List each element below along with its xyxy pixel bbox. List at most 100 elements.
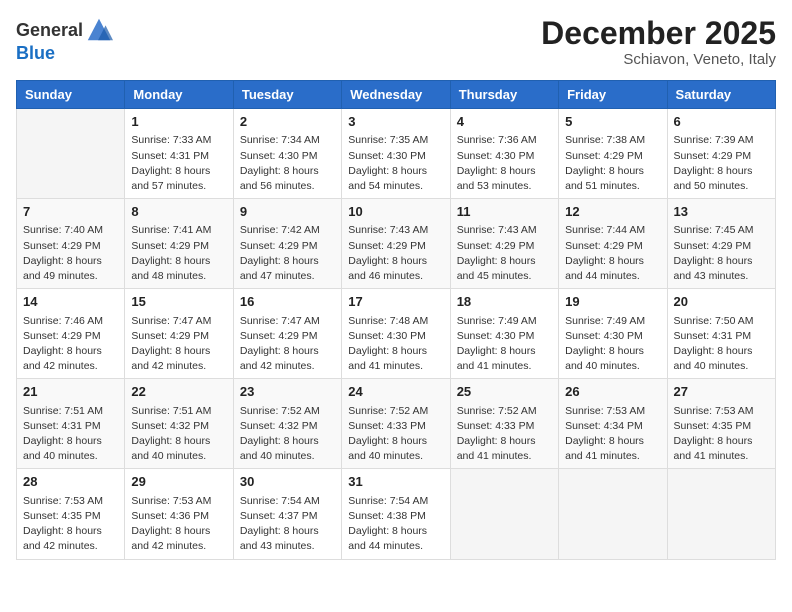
day-number: 28	[23, 473, 118, 491]
location: Schiavon, Veneto, Italy	[541, 51, 776, 68]
calendar-cell: 5 Sunrise: 7:38 AM Sunset: 4:29 PM Daylig…	[559, 109, 667, 199]
calendar-cell: 12Sunrise: 7:44 AM Sunset: 4:29 PM Dayli…	[559, 199, 667, 289]
calendar-cell: 26 Sunrise: 7:53 AM Sunset: 4:34 PM Dayli…	[559, 379, 667, 469]
day-number: 20	[674, 293, 769, 311]
calendar-cell: 22 Sunrise: 7:51 AM Sunset: 4:32 PM Dayli…	[125, 379, 233, 469]
logo-icon	[85, 16, 113, 44]
calendar-cell: 14 Sunrise: 7:46 AM Sunset: 4:29 PM Dayli…	[17, 289, 125, 379]
day-info: Sunrise: 7:47 AM Sunset: 4:29 PM Dayligh…	[240, 314, 335, 375]
calendar-cell: 6 Sunrise: 7:39 AM Sunset: 4:29 PM Daylig…	[667, 109, 775, 199]
weekday-header-sunday: Sunday	[17, 81, 125, 109]
calendar-cell	[559, 469, 667, 559]
day-number: 16	[240, 293, 335, 311]
calendar-cell: 9 Sunrise: 7:42 AM Sunset: 4:29 PM Daylig…	[233, 199, 341, 289]
day-info: Sunrise: 7:47 AM Sunset: 4:29 PM Dayligh…	[131, 314, 226, 375]
calendar-cell: 4Sunrise: 7:36 AM Sunset: 4:30 PM Daylig…	[450, 109, 558, 199]
weekday-header-friday: Friday	[559, 81, 667, 109]
calendar-cell: 29 Sunrise: 7:53 AM Sunset: 4:36 PM Dayli…	[125, 469, 233, 559]
weekday-header-monday: Monday	[125, 81, 233, 109]
day-info: Sunrise: 7:35 AM Sunset: 4:30 PM Dayligh…	[348, 133, 443, 194]
calendar-cell: 18Sunrise: 7:49 AM Sunset: 4:30 PM Dayli…	[450, 289, 558, 379]
day-number: 14	[23, 293, 118, 311]
day-info: Sunrise: 7:43 AM Sunset: 4:29 PM Dayligh…	[457, 223, 552, 284]
day-info: Sunrise: 7:48 AM Sunset: 4:30 PM Dayligh…	[348, 314, 443, 375]
day-info: Sunrise: 7:51 AM Sunset: 4:32 PM Dayligh…	[131, 404, 226, 465]
day-info: Sunrise: 7:53 AM Sunset: 4:35 PM Dayligh…	[23, 494, 118, 555]
weekday-header-row: SundayMondayTuesdayWednesdayThursdayFrid…	[17, 81, 776, 109]
calendar-cell: 30Sunrise: 7:54 AM Sunset: 4:37 PM Dayli…	[233, 469, 341, 559]
month-year: December 2025	[541, 16, 776, 51]
week-row-4: 21 Sunrise: 7:51 AM Sunset: 4:31 PM Dayli…	[17, 379, 776, 469]
calendar-cell: 19 Sunrise: 7:49 AM Sunset: 4:30 PM Dayli…	[559, 289, 667, 379]
day-info: Sunrise: 7:53 AM Sunset: 4:36 PM Dayligh…	[131, 494, 226, 555]
day-number: 11	[457, 203, 552, 221]
logo: General Blue	[16, 16, 113, 64]
calendar-cell: 10Sunrise: 7:43 AM Sunset: 4:29 PM Dayli…	[342, 199, 450, 289]
calendar-table: SundayMondayTuesdayWednesdayThursdayFrid…	[16, 80, 776, 559]
day-info: Sunrise: 7:46 AM Sunset: 4:29 PM Dayligh…	[23, 314, 118, 375]
calendar-cell: 7Sunrise: 7:40 AM Sunset: 4:29 PM Daylig…	[17, 199, 125, 289]
day-number: 6	[674, 113, 769, 131]
day-info: Sunrise: 7:34 AM Sunset: 4:30 PM Dayligh…	[240, 133, 335, 194]
calendar-cell	[17, 109, 125, 199]
calendar-cell: 17 Sunrise: 7:48 AM Sunset: 4:30 PM Dayli…	[342, 289, 450, 379]
day-number: 10	[348, 203, 443, 221]
day-number: 30	[240, 473, 335, 491]
day-info: Sunrise: 7:40 AM Sunset: 4:29 PM Dayligh…	[23, 223, 118, 284]
day-number: 23	[240, 383, 335, 401]
calendar-cell: 28 Sunrise: 7:53 AM Sunset: 4:35 PM Dayli…	[17, 469, 125, 559]
week-row-2: 7Sunrise: 7:40 AM Sunset: 4:29 PM Daylig…	[17, 199, 776, 289]
day-number: 21	[23, 383, 118, 401]
page-header: General Blue December 2025 Schiavon, Ven…	[16, 16, 776, 68]
day-number: 9	[240, 203, 335, 221]
day-info: Sunrise: 7:52 AM Sunset: 4:32 PM Dayligh…	[240, 404, 335, 465]
calendar-cell: 21 Sunrise: 7:51 AM Sunset: 4:31 PM Dayli…	[17, 379, 125, 469]
day-number: 5	[565, 113, 660, 131]
calendar-cell: 25Sunrise: 7:52 AM Sunset: 4:33 PM Dayli…	[450, 379, 558, 469]
day-info: Sunrise: 7:38 AM Sunset: 4:29 PM Dayligh…	[565, 133, 660, 194]
calendar-cell: 8 Sunrise: 7:41 AM Sunset: 4:29 PM Daylig…	[125, 199, 233, 289]
day-number: 31	[348, 473, 443, 491]
calendar-cell: 16 Sunrise: 7:47 AM Sunset: 4:29 PM Dayli…	[233, 289, 341, 379]
week-row-1: 1Sunrise: 7:33 AM Sunset: 4:31 PM Daylig…	[17, 109, 776, 199]
day-number: 26	[565, 383, 660, 401]
calendar-cell	[450, 469, 558, 559]
day-number: 13	[674, 203, 769, 221]
day-number: 17	[348, 293, 443, 311]
day-info: Sunrise: 7:36 AM Sunset: 4:30 PM Dayligh…	[457, 133, 552, 194]
day-info: Sunrise: 7:54 AM Sunset: 4:38 PM Dayligh…	[348, 494, 443, 555]
calendar-cell: 31 Sunrise: 7:54 AM Sunset: 4:38 PM Dayli…	[342, 469, 450, 559]
logo-general: General	[16, 21, 83, 39]
title-block: December 2025 Schiavon, Veneto, Italy	[541, 16, 776, 68]
day-number: 15	[131, 293, 226, 311]
calendar-cell: 11 Sunrise: 7:43 AM Sunset: 4:29 PM Dayli…	[450, 199, 558, 289]
day-number: 2	[240, 113, 335, 131]
calendar-cell: 27Sunrise: 7:53 AM Sunset: 4:35 PM Dayli…	[667, 379, 775, 469]
day-number: 8	[131, 203, 226, 221]
weekday-header-thursday: Thursday	[450, 81, 558, 109]
day-number: 19	[565, 293, 660, 311]
calendar-cell: 2 Sunrise: 7:34 AM Sunset: 4:30 PM Daylig…	[233, 109, 341, 199]
calendar-cell: 1Sunrise: 7:33 AM Sunset: 4:31 PM Daylig…	[125, 109, 233, 199]
day-info: Sunrise: 7:49 AM Sunset: 4:30 PM Dayligh…	[457, 314, 552, 375]
calendar-cell: 24 Sunrise: 7:52 AM Sunset: 4:33 PM Dayli…	[342, 379, 450, 469]
day-number: 29	[131, 473, 226, 491]
day-info: Sunrise: 7:52 AM Sunset: 4:33 PM Dayligh…	[348, 404, 443, 465]
weekday-header-saturday: Saturday	[667, 81, 775, 109]
day-number: 24	[348, 383, 443, 401]
day-number: 1	[131, 113, 226, 131]
week-row-5: 28 Sunrise: 7:53 AM Sunset: 4:35 PM Dayli…	[17, 469, 776, 559]
day-info: Sunrise: 7:49 AM Sunset: 4:30 PM Dayligh…	[565, 314, 660, 375]
day-info: Sunrise: 7:42 AM Sunset: 4:29 PM Dayligh…	[240, 223, 335, 284]
day-number: 22	[131, 383, 226, 401]
day-info: Sunrise: 7:52 AM Sunset: 4:33 PM Dayligh…	[457, 404, 552, 465]
day-info: Sunrise: 7:50 AM Sunset: 4:31 PM Dayligh…	[674, 314, 769, 375]
day-info: Sunrise: 7:45 AM Sunset: 4:29 PM Dayligh…	[674, 223, 769, 284]
calendar-cell: 20 Sunrise: 7:50 AM Sunset: 4:31 PM Dayli…	[667, 289, 775, 379]
day-number: 12	[565, 203, 660, 221]
day-number: 3	[348, 113, 443, 131]
day-info: Sunrise: 7:51 AM Sunset: 4:31 PM Dayligh…	[23, 404, 118, 465]
day-info: Sunrise: 7:41 AM Sunset: 4:29 PM Dayligh…	[131, 223, 226, 284]
day-info: Sunrise: 7:53 AM Sunset: 4:34 PM Dayligh…	[565, 404, 660, 465]
day-info: Sunrise: 7:39 AM Sunset: 4:29 PM Dayligh…	[674, 133, 769, 194]
